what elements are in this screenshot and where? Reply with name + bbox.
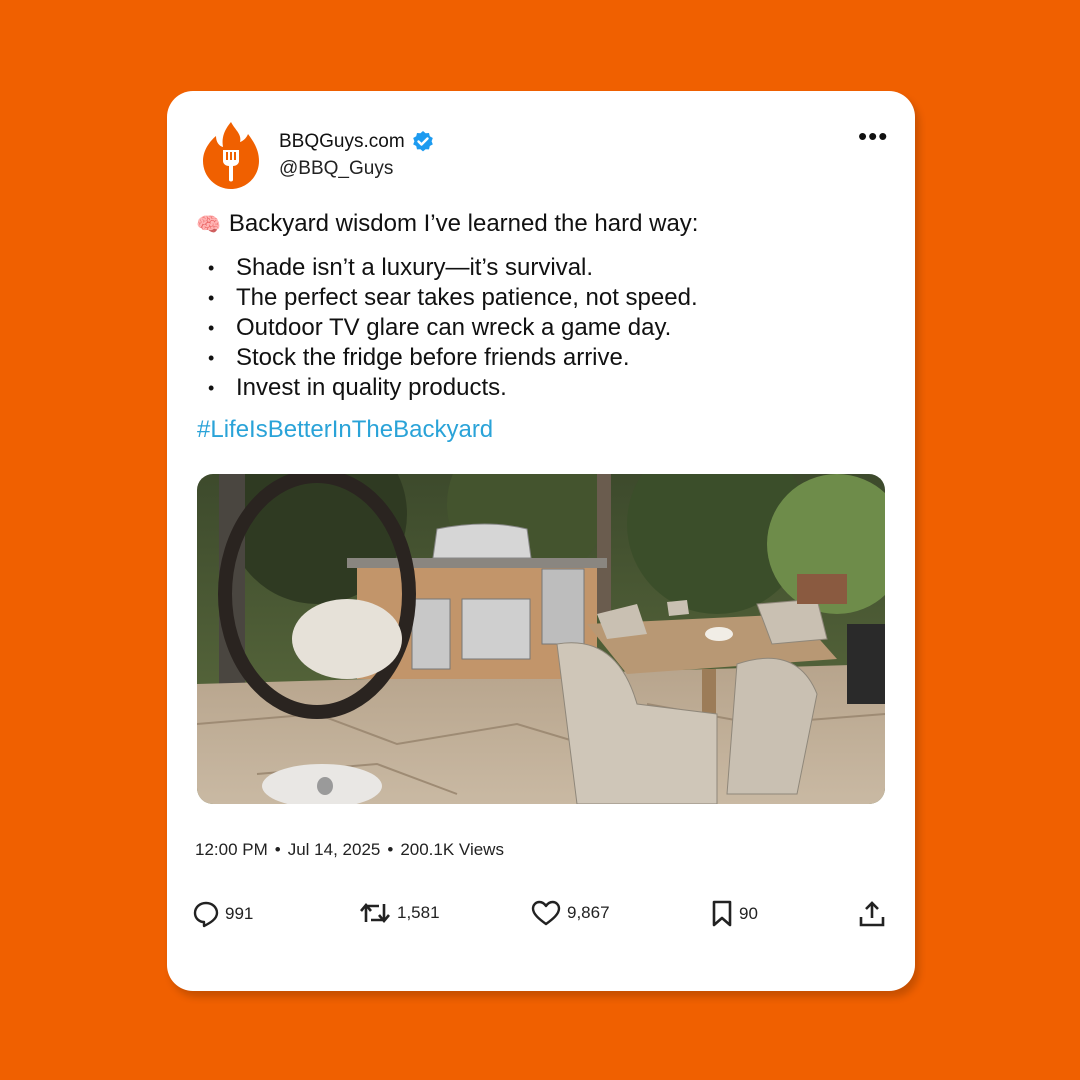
list-item: • Shade isn’t a luxury—it’s survival. (208, 254, 594, 281)
list-item: • The perfect sear takes patience, not sp… (208, 284, 698, 311)
reply-icon (193, 901, 219, 928)
post-time[interactable]: 12:00 PM (195, 840, 268, 859)
post-intro: 🧠 Backyard wisdom I’ve learned the hard … (196, 210, 698, 238)
reply-button[interactable]: 991 (193, 900, 253, 928)
repost-button[interactable]: 1,581 (359, 900, 440, 926)
post-image[interactable] (197, 474, 885, 804)
intro-text: Backyard wisdom I’ve learned the hard wa… (228, 210, 699, 237)
repost-count: 1,581 (397, 903, 440, 922)
list-item: • Stock the fridge before friends arrive. (208, 344, 630, 371)
share-button[interactable] (858, 900, 886, 928)
list-item: • Invest in quality products. (208, 374, 507, 401)
more-options-icon[interactable]: ••• (858, 123, 888, 149)
bookmark-icon (712, 900, 732, 927)
hashtag-link[interactable]: #LifeIsBetterInTheBackyard (197, 416, 493, 444)
bookmark-count: 90 (739, 904, 758, 923)
avatar[interactable] (202, 120, 260, 190)
verified-badge-icon (412, 131, 433, 152)
heart-icon (531, 900, 561, 926)
handle[interactable]: @BBQ_Guys (279, 158, 393, 180)
like-button[interactable]: 9,867 (531, 900, 610, 926)
post-views[interactable]: 200.1K Views (400, 840, 504, 859)
share-icon (859, 901, 885, 927)
repost-icon (360, 902, 390, 924)
brain-icon: 🧠 (196, 213, 221, 236)
post-date[interactable]: Jul 14, 2025 (288, 840, 381, 859)
like-count: 9,867 (567, 903, 610, 922)
post-meta: 12:00 PM • Jul 14, 2025 • 200.1K Views (195, 840, 504, 859)
reply-count: 991 (225, 904, 254, 923)
bookmark-button[interactable]: 90 (711, 900, 758, 928)
list-item: • Outdoor TV glare can wreck a game day. (208, 314, 672, 341)
display-name[interactable]: BBQGuys.com (279, 131, 405, 153)
bullet-list: • Shade isn’t a luxury—it’s survival. • Th… (208, 253, 698, 403)
